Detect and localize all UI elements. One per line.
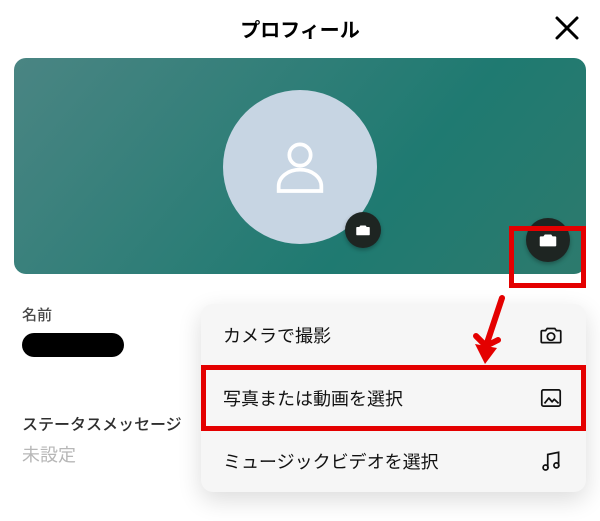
close-icon bbox=[552, 13, 582, 43]
menu-item-label: ミュージックビデオを選択 bbox=[223, 448, 439, 474]
page-title: プロフィール bbox=[240, 14, 360, 43]
menu-item-label: 写真または動画を選択 bbox=[223, 385, 403, 411]
name-value-redacted bbox=[22, 333, 124, 357]
cover-photo-menu: カメラで撮影 写真または動画を選択 ミュージックビデオを選択 bbox=[201, 304, 586, 492]
menu-item-music-video[interactable]: ミュージックビデオを選択 bbox=[201, 429, 586, 492]
image-icon bbox=[538, 385, 564, 411]
menu-item-camera[interactable]: カメラで撮影 bbox=[201, 304, 586, 366]
camera-icon bbox=[537, 229, 559, 251]
camera-icon bbox=[354, 221, 372, 239]
cover-image bbox=[14, 58, 586, 274]
cover-camera-button[interactable] bbox=[526, 218, 570, 262]
header: プロフィール bbox=[0, 0, 600, 56]
person-icon bbox=[268, 135, 332, 199]
menu-item-select-media[interactable]: 写真または動画を選択 bbox=[201, 366, 586, 429]
menu-item-label: カメラで撮影 bbox=[223, 322, 331, 348]
music-icon bbox=[538, 448, 564, 474]
avatar-container bbox=[223, 90, 377, 244]
close-button[interactable] bbox=[552, 13, 582, 43]
avatar-camera-button[interactable] bbox=[345, 212, 381, 248]
camera-outline-icon bbox=[538, 322, 564, 348]
